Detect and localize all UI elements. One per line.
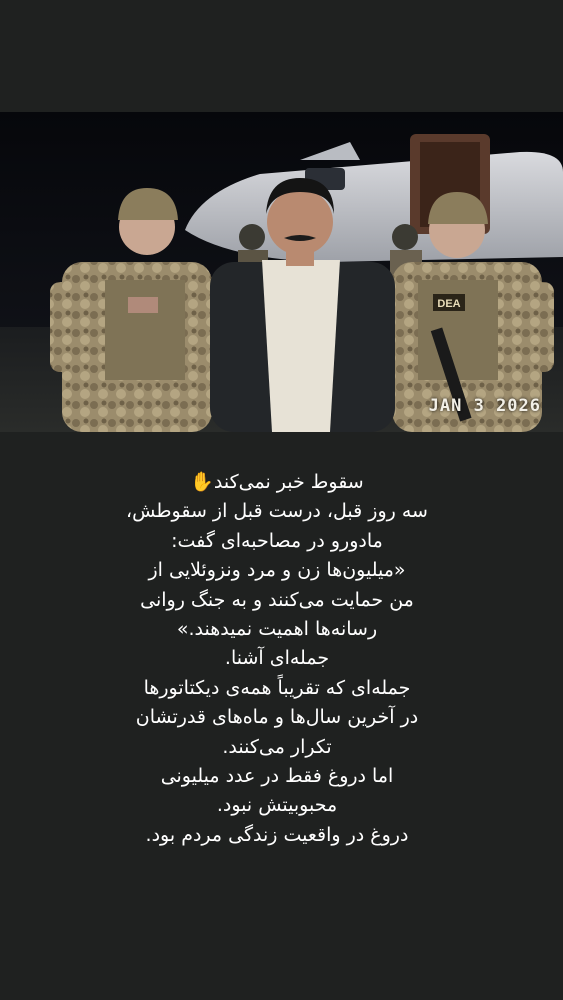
caption-line: من حمایت می‌کنند و به جنگ روانی	[140, 588, 414, 611]
caption-line: محبوبیتش نبود.	[216, 794, 338, 817]
vest-patch: DEA	[437, 298, 460, 310]
news-photo[interactable]: DEA JAN 3 2026	[0, 112, 563, 432]
story-caption: سقوط خبر نمی‌کند✋ سه روز قبل، درست قبل ا…	[24, 468, 530, 850]
caption-line: رسانه‌ها اهمیت نمیدهند.»	[176, 618, 378, 641]
caption-line: در آخرین سال‌ها و ماه‌های قدرتشان	[135, 706, 419, 729]
caption-line: جمله‌ای که تقریباً همه‌ی دیکتاتورها	[143, 676, 411, 699]
caption-line-headline: سقوط خبر نمی‌کند✋	[190, 471, 364, 493]
caption-line: تکرار می‌کنند.	[222, 735, 332, 758]
caption-line: «میلیون‌ها زن و مرد ونزوئلایی از	[148, 559, 406, 582]
caption-line: سه روز قبل، درست قبل از سقوطش،	[126, 500, 428, 523]
caption-line: جمله‌ای آشنا.	[224, 647, 330, 670]
caption-line: دروغ در واقعیت زندگی مردم بود.	[145, 823, 409, 846]
caption-line: مادورو در مصاحبه‌ای گفت:	[171, 529, 383, 552]
photo-illustration: DEA	[0, 112, 563, 432]
photo-date-stamp: JAN 3 2026	[428, 396, 541, 416]
caption-line: اما دروغ فقط در عدد میلیونی	[160, 765, 394, 788]
story-top-spacer	[0, 0, 563, 112]
